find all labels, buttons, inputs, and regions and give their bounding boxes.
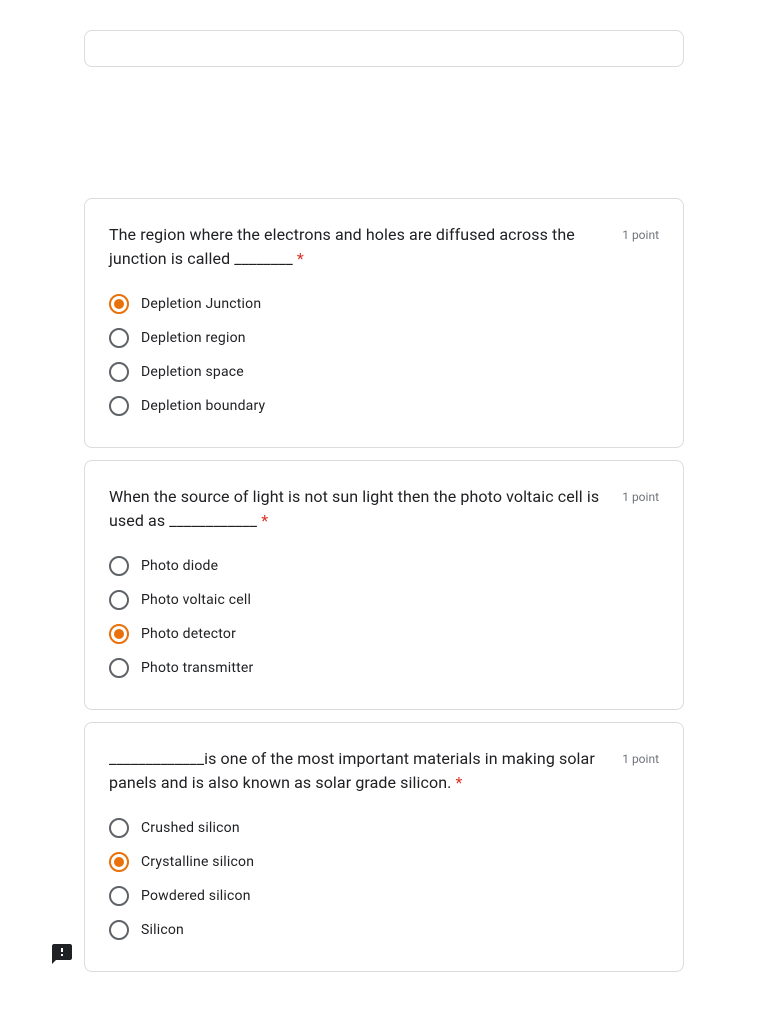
option-row[interactable]: Silicon: [109, 913, 659, 947]
options-group: Depletion Junction Depletion region Depl…: [109, 287, 659, 423]
radio-icon: [109, 362, 129, 382]
option-row[interactable]: Photo transmitter: [109, 651, 659, 685]
required-asterisk: *: [297, 249, 304, 268]
option-label: Powdered silicon: [141, 886, 251, 906]
question-card: When the source of light is not sun ligh…: [84, 460, 684, 710]
option-row[interactable]: Photo voltaic cell: [109, 583, 659, 617]
form-area: The region where the electrons and holes…: [84, 30, 684, 972]
required-asterisk: *: [456, 773, 463, 792]
question-text: When the source of light is not sun ligh…: [109, 487, 599, 530]
option-label: Photo detector: [141, 624, 236, 644]
option-row[interactable]: Depletion Junction: [109, 287, 659, 321]
option-label: Crushed silicon: [141, 818, 240, 838]
option-label: Photo voltaic cell: [141, 590, 251, 610]
radio-icon: [109, 590, 129, 610]
question-points: 1 point: [622, 223, 659, 243]
option-row[interactable]: Photo diode: [109, 549, 659, 583]
required-asterisk: *: [261, 511, 268, 530]
radio-icon: [109, 328, 129, 348]
radio-icon: [109, 852, 129, 872]
report-problem-icon: [50, 942, 74, 966]
question-prompt: _____________is one of the most importan…: [109, 747, 606, 795]
option-label: Depletion region: [141, 328, 246, 348]
option-label: Photo diode: [141, 556, 218, 576]
question-prompt: The region where the electrons and holes…: [109, 223, 606, 271]
question-text: The region where the electrons and holes…: [109, 225, 575, 268]
option-row[interactable]: Depletion region: [109, 321, 659, 355]
option-label: Silicon: [141, 920, 184, 940]
option-row[interactable]: Photo detector: [109, 617, 659, 651]
question-card: _____________is one of the most importan…: [84, 722, 684, 972]
option-row[interactable]: Depletion space: [109, 355, 659, 389]
option-label: Depletion boundary: [141, 396, 265, 416]
question-points: 1 point: [622, 485, 659, 505]
option-label: Depletion Junction: [141, 294, 261, 314]
question-text: _____________is one of the most importan…: [109, 749, 595, 792]
options-group: Photo diode Photo voltaic cell Photo det…: [109, 549, 659, 685]
options-group: Crushed silicon Crystalline silicon Powd…: [109, 811, 659, 947]
option-label: Depletion space: [141, 362, 244, 382]
radio-icon: [109, 818, 129, 838]
option-row[interactable]: Powdered silicon: [109, 879, 659, 913]
option-label: Photo transmitter: [141, 658, 253, 678]
option-row[interactable]: Crystalline silicon: [109, 845, 659, 879]
radio-icon: [109, 658, 129, 678]
previous-card-stub: [84, 30, 684, 67]
option-label: Crystalline silicon: [141, 852, 254, 872]
option-row[interactable]: Crushed silicon: [109, 811, 659, 845]
radio-icon: [109, 624, 129, 644]
radio-icon: [109, 396, 129, 416]
radio-icon: [109, 886, 129, 906]
report-problem-button[interactable]: [50, 942, 74, 966]
question-prompt: When the source of light is not sun ligh…: [109, 485, 606, 533]
radio-icon: [109, 294, 129, 314]
radio-icon: [109, 920, 129, 940]
option-row[interactable]: Depletion boundary: [109, 389, 659, 423]
question-card: The region where the electrons and holes…: [84, 198, 684, 448]
question-points: 1 point: [622, 747, 659, 767]
radio-icon: [109, 556, 129, 576]
